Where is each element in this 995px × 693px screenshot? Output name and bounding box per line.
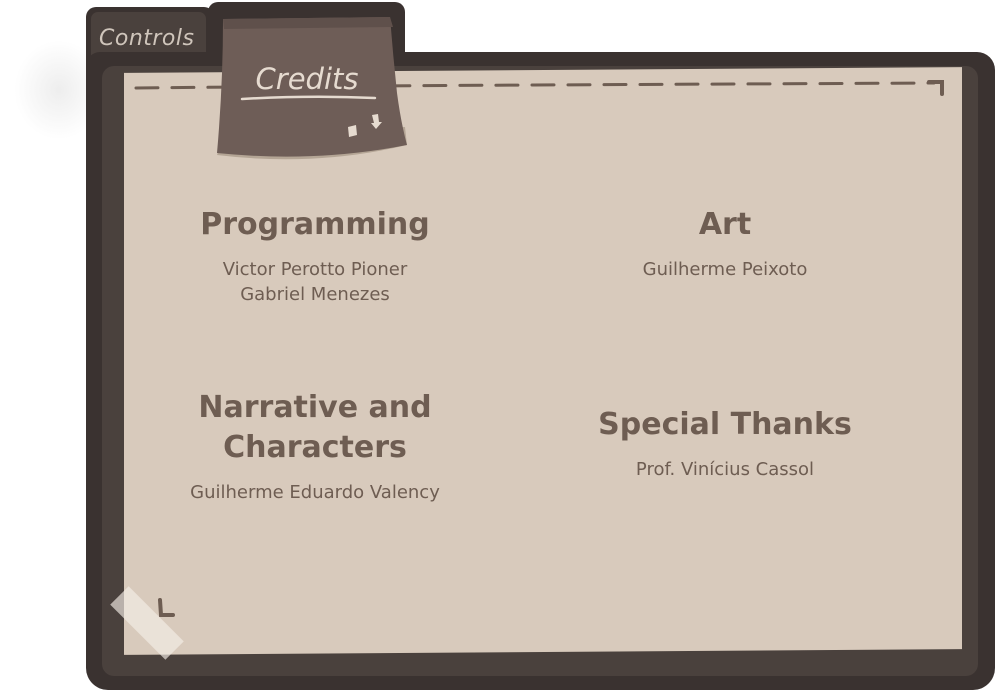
tab-credits-label: Credits (256, 62, 359, 96)
tab-controls-label: Controls (99, 26, 195, 51)
credits-screen: Controls Credits Programming Victor Pero… (0, 0, 995, 693)
section-narrative: Narrative and Characters Guilherme Eduar… (160, 388, 470, 505)
art-heading: Art (698, 207, 752, 242)
narrative-heading-line-1: Narrative and (198, 390, 432, 425)
programming-heading: Programming (200, 207, 430, 242)
art-name-1: Guilherme Peixoto (642, 259, 808, 280)
programming-name-2: Gabriel Menezes (240, 284, 390, 305)
narrative-heading-line-2: Characters (223, 430, 407, 465)
corner-mark (158, 598, 175, 617)
special-thanks-name-1: Prof. Vinícius Cassol (635, 459, 815, 480)
narrative-name-1: Guilherme Eduardo Valency (190, 482, 440, 503)
section-special-thanks: Special Thanks Prof. Vinícius Cassol (570, 405, 880, 482)
section-art: Art Guilherme Peixoto (570, 205, 880, 282)
tab-credits[interactable]: Credits (215, 15, 410, 165)
programming-name-1: Victor Perotto Pioner (222, 259, 408, 280)
section-programming: Programming Victor Perotto Pioner Gabrie… (160, 205, 470, 307)
special-thanks-heading: Special Thanks (598, 407, 852, 442)
